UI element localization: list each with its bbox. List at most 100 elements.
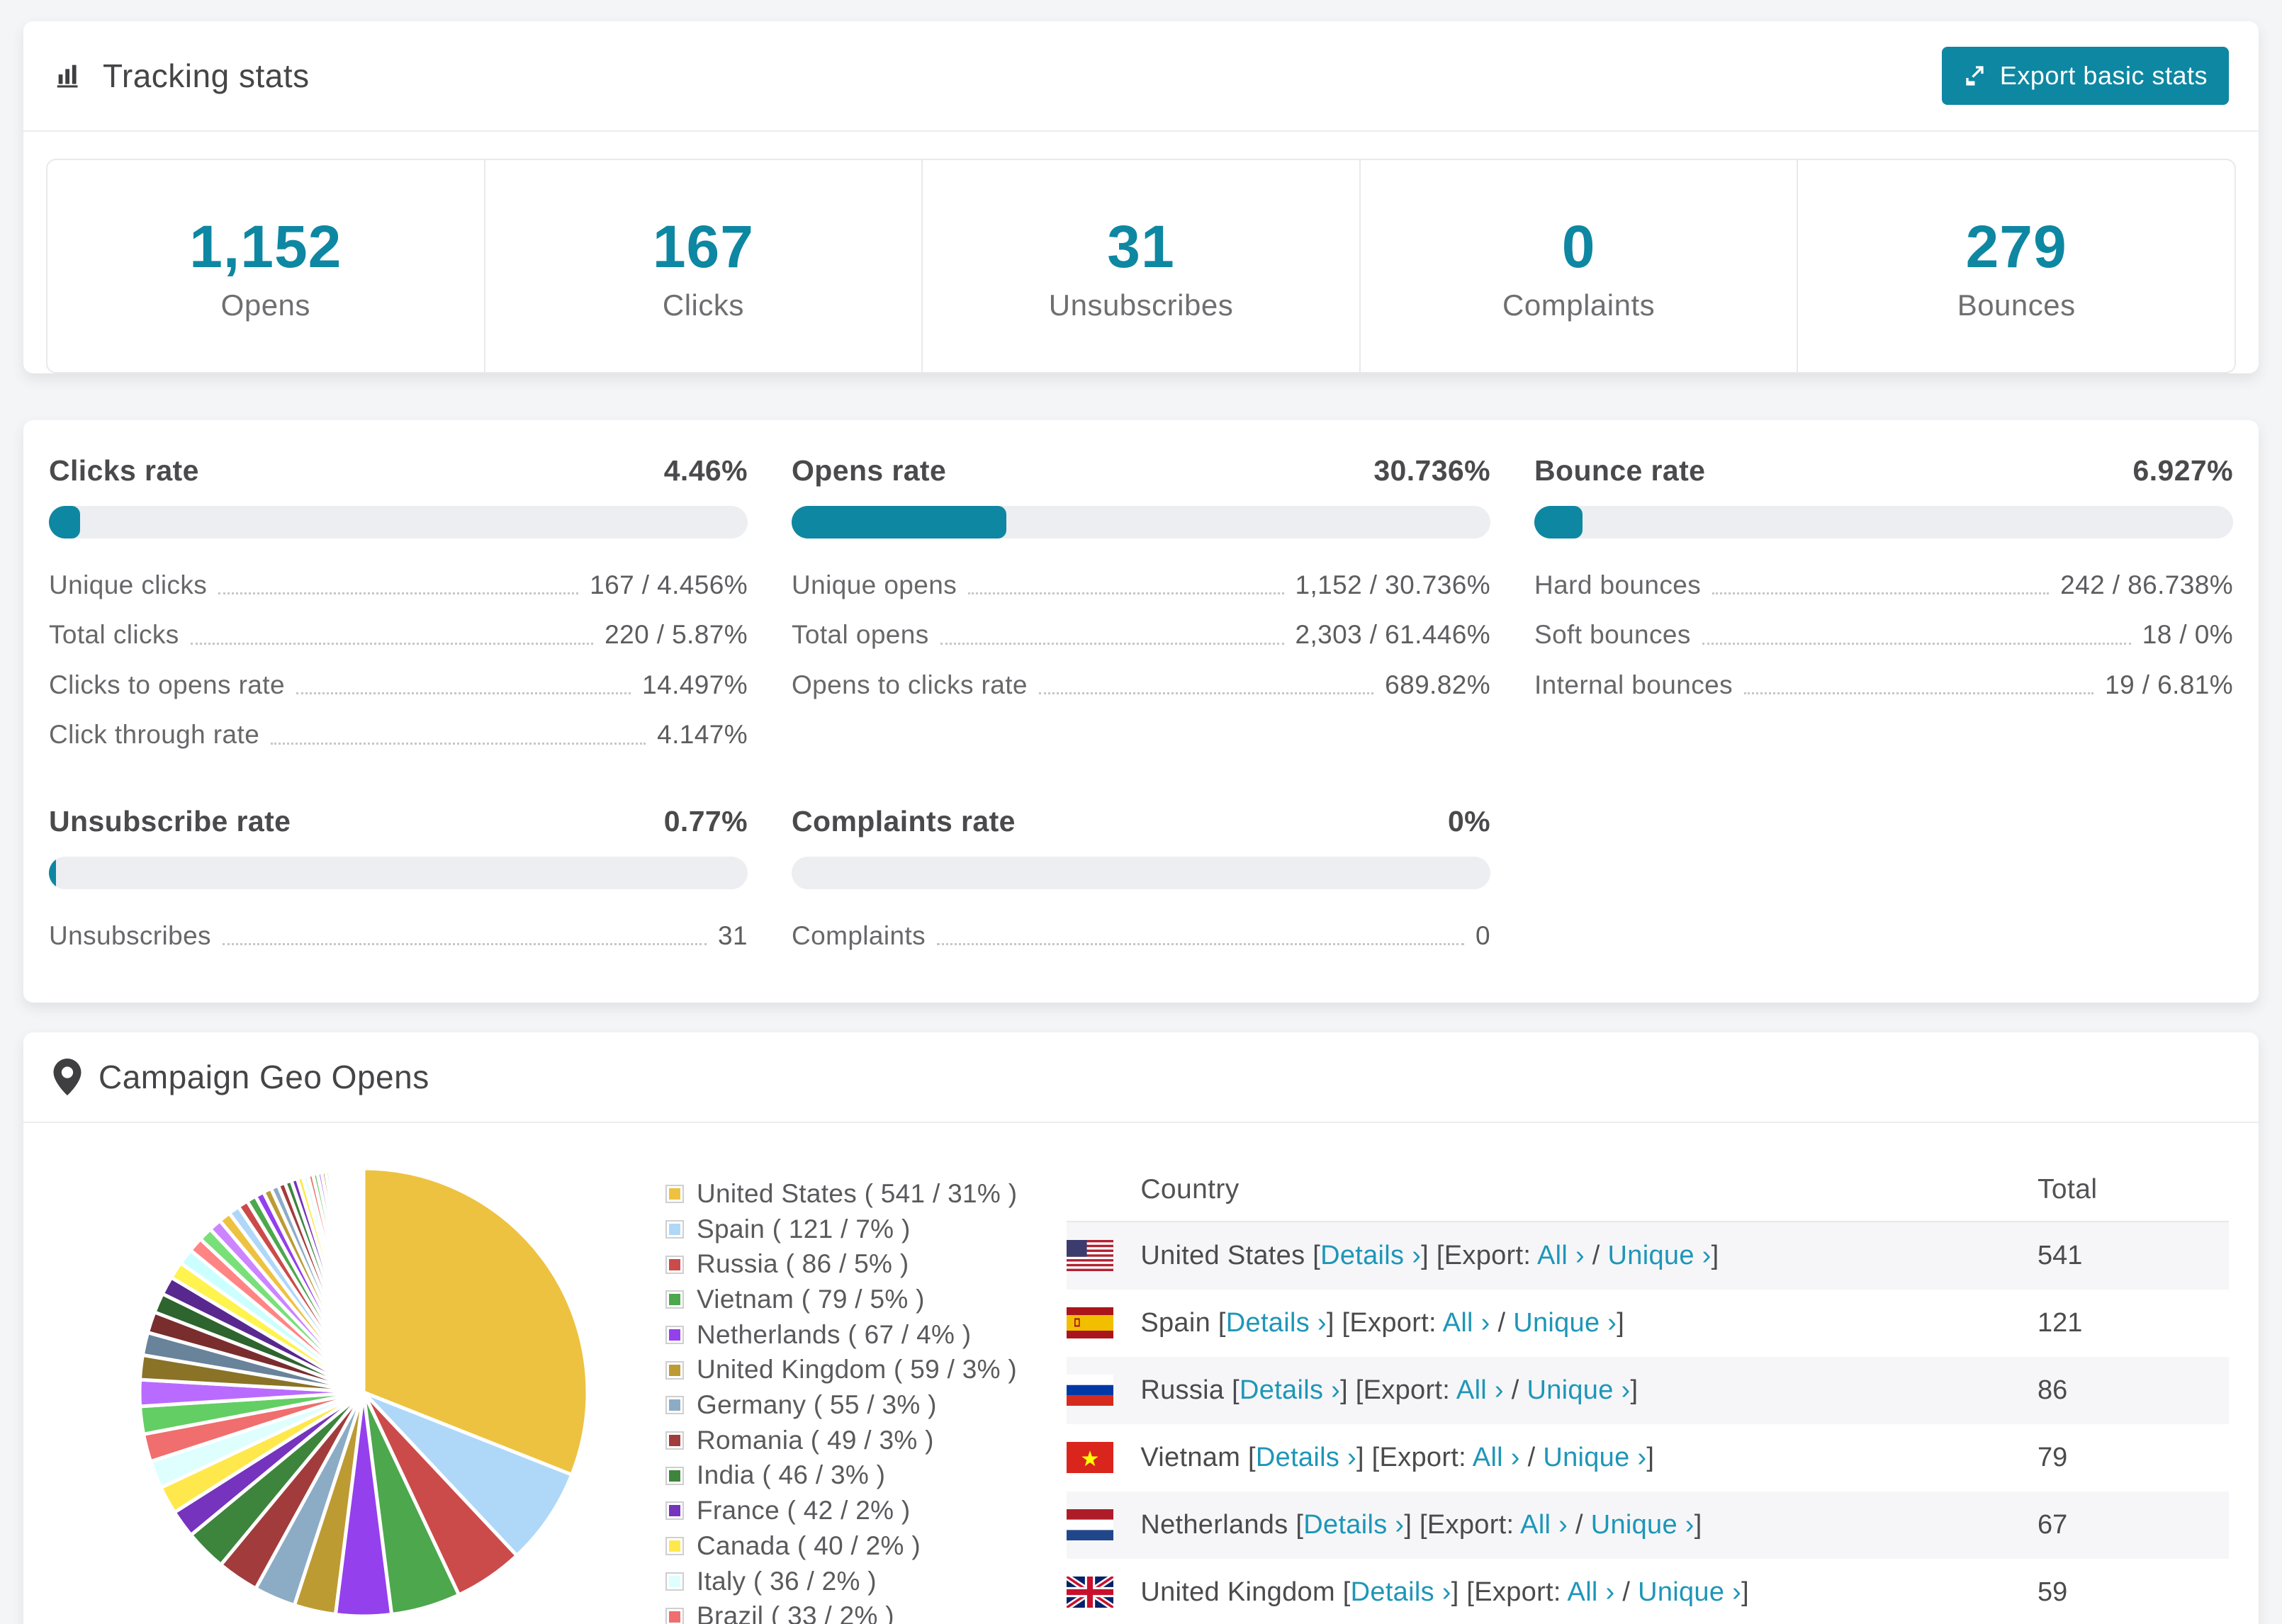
progress-bar-fill bbox=[792, 506, 1007, 538]
rate-head: Unsubscribe rate 0.77% bbox=[49, 805, 748, 838]
rate-row-value: 18 / 0% bbox=[2142, 620, 2233, 650]
dotted-leader bbox=[296, 692, 631, 695]
legend-swatch bbox=[665, 1255, 684, 1274]
dotted-leader bbox=[271, 742, 646, 745]
rate-block-complaints: Complaints rate 0% Complaints 0 bbox=[792, 805, 1490, 952]
rate-row: Soft bounces 18 / 0% bbox=[1534, 619, 2233, 650]
rate-row-value: 19 / 6.81% bbox=[2105, 670, 2233, 699]
export-unique-link[interactable]: Unique › bbox=[1513, 1308, 1617, 1338]
rate-row-label: Click through rate bbox=[49, 720, 260, 750]
flag-gb-icon bbox=[1067, 1577, 1114, 1608]
stats-band: 1,152 Opens 167 Clicks 31 Unsubscribes 0 Compla… bbox=[46, 159, 2236, 373]
rate-row-label: Total opens bbox=[792, 620, 929, 650]
export-all-link[interactable]: All › bbox=[1456, 1375, 1504, 1405]
progress-bar-complaints bbox=[792, 856, 1490, 889]
rate-row-value: 31 bbox=[718, 920, 748, 950]
rate-block-bounce: Bounce rate 6.927% Hard bounces 242 / 86.73… bbox=[1534, 454, 2233, 751]
rate-row: Clicks to opens rate 14.497% bbox=[49, 670, 748, 701]
page: Tracking stats Export basic stats 1,152 O… bbox=[0, 0, 2282, 1624]
rate-row-label: Internal bounces bbox=[1534, 670, 1733, 699]
geo-title: Campaign Geo Opens bbox=[99, 1058, 429, 1095]
export-unique-link[interactable]: Unique › bbox=[1608, 1241, 1712, 1270]
bracket: ] bbox=[1646, 1442, 1655, 1472]
rate-rows: Unique opens 1,152 / 30.736% Total opens 2,… bbox=[792, 570, 1490, 701]
rate-row-label: Complaints bbox=[792, 920, 926, 950]
legend-item: United Kingdom ( 59 / 3% ) bbox=[665, 1355, 1017, 1385]
details-link[interactable]: Details › bbox=[1240, 1375, 1340, 1405]
legend-label: Russia ( 86 / 5% ) bbox=[697, 1249, 909, 1279]
export-unique-link[interactable]: Unique › bbox=[1638, 1577, 1741, 1607]
details-link[interactable]: Details › bbox=[1256, 1443, 1356, 1472]
geo-table-head: Country Total bbox=[1067, 1158, 2229, 1221]
dotted-leader bbox=[937, 942, 1465, 945]
bracket: ] bbox=[1711, 1240, 1719, 1270]
export-all-link[interactable]: All › bbox=[1520, 1510, 1568, 1540]
legend-label: Brazil ( 33 / 2% ) bbox=[697, 1601, 894, 1624]
export-all-link[interactable]: All › bbox=[1537, 1241, 1585, 1270]
stat-cell-bounces: 279 Bounces bbox=[1797, 160, 2235, 372]
dotted-leader bbox=[940, 642, 1284, 645]
rate-head: Complaints rate 0% bbox=[792, 805, 1490, 838]
export-unique-link[interactable]: Unique › bbox=[1543, 1443, 1646, 1472]
bracket: ] bbox=[1630, 1375, 1639, 1405]
legend-item: Vietnam ( 79 / 5% ) bbox=[665, 1285, 1017, 1314]
export-all-link[interactable]: All › bbox=[1443, 1308, 1490, 1338]
rates-grid: Clicks rate 4.46% Unique clicks 167 / 4.456… bbox=[23, 420, 2259, 1003]
slash: / bbox=[1519, 1442, 1544, 1472]
progress-bar-fill bbox=[1534, 506, 1583, 538]
details-link[interactable]: Details › bbox=[1351, 1577, 1451, 1607]
column-header-total: Total bbox=[2038, 1173, 2098, 1205]
details-link[interactable]: Details › bbox=[1320, 1241, 1421, 1270]
rate-row-value: 242 / 86.738% bbox=[2060, 570, 2233, 599]
bar-chart-icon bbox=[53, 60, 86, 92]
rate-row: Unique clicks 167 / 4.456% bbox=[49, 570, 748, 601]
details-link[interactable]: Details › bbox=[1226, 1308, 1327, 1338]
stat-value: 0 bbox=[1561, 213, 1596, 280]
stat-value: 1,152 bbox=[189, 213, 342, 280]
dotted-leader bbox=[1038, 692, 1374, 695]
stat-label: Unsubscribes bbox=[1048, 288, 1234, 322]
dotted-leader bbox=[222, 942, 707, 945]
progress-bar-clicks bbox=[49, 506, 748, 538]
geo-table-row: Spain [Details ›] [Export: All › / Uniqu… bbox=[1067, 1290, 2229, 1357]
rate-row-value: 0 bbox=[1476, 920, 1490, 950]
country-name: Spain bbox=[1140, 1307, 1218, 1338]
export-prefix: ] [Export: bbox=[1451, 1577, 1568, 1607]
dotted-leader bbox=[968, 592, 1284, 595]
legend-swatch bbox=[665, 1219, 684, 1239]
bracket: [ bbox=[1218, 1307, 1226, 1338]
rate-row: Internal bounces 19 / 6.81% bbox=[1534, 670, 2233, 701]
rate-title: Clicks rate bbox=[49, 454, 199, 487]
country-cell: Vietnam [Details ›] [Export: All › / Uni… bbox=[1140, 1443, 2038, 1473]
export-unique-link[interactable]: Unique › bbox=[1591, 1510, 1694, 1540]
rate-value: 0.77% bbox=[663, 804, 748, 838]
country-cell: Spain [Details ›] [Export: All › / Uniqu… bbox=[1140, 1308, 2038, 1338]
legend-swatch bbox=[665, 1537, 684, 1556]
stat-cell-unsubscribes: 31 Unsubscribes bbox=[921, 160, 1359, 372]
progress-bar-bounce bbox=[1534, 506, 2233, 538]
stat-value: 279 bbox=[1965, 213, 2067, 280]
export-basic-stats-button[interactable]: Export basic stats bbox=[1941, 47, 2229, 105]
total-cell: 79 bbox=[2038, 1442, 2068, 1472]
dotted-leader bbox=[218, 592, 579, 595]
export-all-link[interactable]: All › bbox=[1568, 1577, 1615, 1607]
legend-item: Italy ( 36 / 2% ) bbox=[665, 1567, 1017, 1596]
country-cell: United States [Details ›] [Export: All ›… bbox=[1140, 1241, 2038, 1271]
geo-pie-chart bbox=[130, 1158, 597, 1624]
bracket: ] bbox=[1617, 1307, 1625, 1338]
export-prefix: ] [Export: bbox=[1404, 1509, 1521, 1540]
bracket: ] bbox=[1694, 1509, 1702, 1540]
rates-card: Clicks rate 4.46% Unique clicks 167 / 4.456… bbox=[23, 420, 2259, 1003]
details-link[interactable]: Details › bbox=[1303, 1510, 1404, 1540]
rate-row-label: Total clicks bbox=[49, 620, 179, 650]
rate-row: Hard bounces 242 / 86.738% bbox=[1534, 570, 2233, 601]
export-prefix: ] [Export: bbox=[1340, 1375, 1456, 1405]
legend-label: Germany ( 55 / 3% ) bbox=[697, 1390, 937, 1420]
export-all-link[interactable]: All › bbox=[1473, 1443, 1520, 1472]
rate-row-label: Unique clicks bbox=[49, 570, 208, 599]
geo-opens-card: Campaign Geo Opens United States ( 541 /… bbox=[23, 1032, 2259, 1624]
rate-rows: Hard bounces 242 / 86.738% Soft bounces 18 … bbox=[1534, 570, 2233, 701]
export-unique-link[interactable]: Unique › bbox=[1527, 1375, 1630, 1405]
legend-swatch bbox=[665, 1185, 684, 1204]
rate-title: Bounce rate bbox=[1534, 454, 1706, 487]
